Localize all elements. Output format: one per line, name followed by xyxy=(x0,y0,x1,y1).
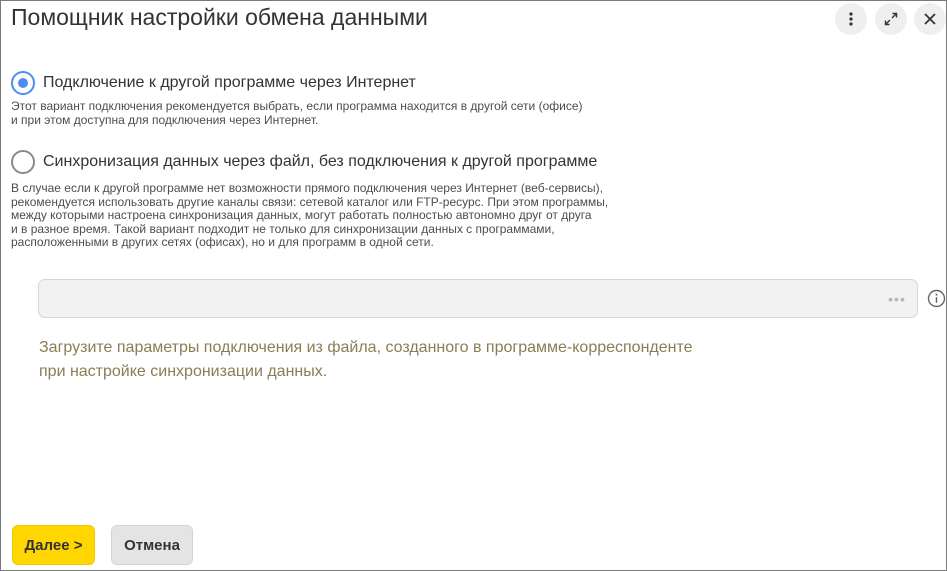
expand-icon xyxy=(884,12,898,26)
info-icon[interactable] xyxy=(927,289,946,308)
radio-file-sync[interactable] xyxy=(11,150,35,174)
connection-file-field[interactable]: ••• xyxy=(38,279,918,318)
more-vertical-icon xyxy=(849,12,853,26)
cancel-button[interactable]: Отмена xyxy=(111,525,193,565)
radio-internet-selected[interactable] xyxy=(11,71,35,95)
dialog-window: Помощник настройки обмена данными Подклю… xyxy=(0,0,947,571)
more-actions-button[interactable] xyxy=(835,3,867,35)
file-load-hint: Загрузите параметры подключения из файла… xyxy=(39,339,693,380)
choose-file-button[interactable]: ••• xyxy=(885,289,909,309)
option-file-sync-label: Синхронизация данных через файл, без под… xyxy=(43,153,598,170)
option-file-sync-description: В случае если к другой программе нет воз… xyxy=(11,181,609,249)
next-button[interactable]: Далее > xyxy=(12,525,95,565)
dialog-title: Помощник настройки обмена данными xyxy=(11,4,428,30)
option-file-sync[interactable]: Синхронизация данных через файл, без под… xyxy=(11,150,597,174)
option-internet-label: Подключение к другой программе через Инт… xyxy=(43,74,416,91)
expand-window-button[interactable] xyxy=(875,3,907,35)
connection-file-input[interactable] xyxy=(39,280,879,317)
close-icon xyxy=(924,13,936,25)
close-window-button[interactable] xyxy=(914,3,946,35)
option-internet-description: Этот вариант подключения рекомендуется в… xyxy=(11,99,583,127)
option-internet-connection[interactable]: Подключение к другой программе через Инт… xyxy=(11,71,416,95)
